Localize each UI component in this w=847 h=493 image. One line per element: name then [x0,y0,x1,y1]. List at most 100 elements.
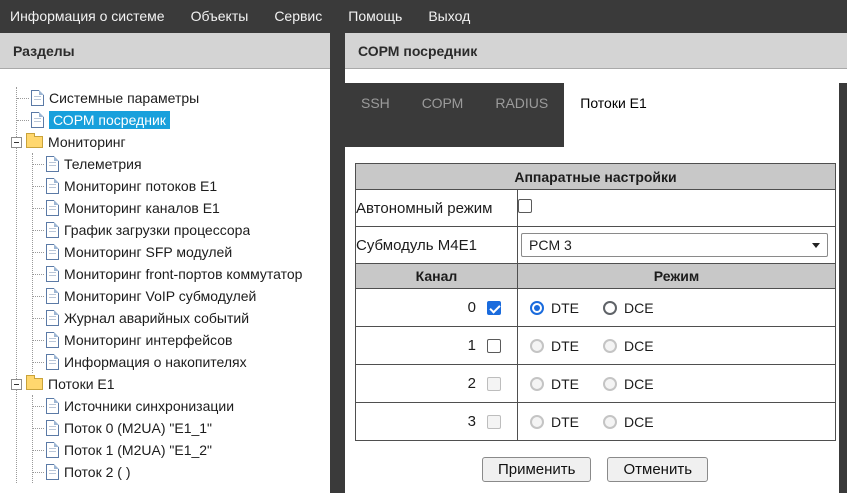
tree-item[interactable]: Мониторинг front-портов коммутатор [33,263,330,285]
dte-radio [530,415,544,429]
dte-radio[interactable] [530,301,544,315]
dte-label: DTE [551,376,579,392]
folder-icon [26,378,43,390]
dce-radio [603,339,617,353]
menu-item-system-info[interactable]: Информация о системе [0,0,178,33]
tree-folder[interactable]: Мониторинг [17,131,330,153]
panel-divider [330,33,345,493]
tree-item-label: Информация о накопителях [64,354,247,370]
tree-item[interactable]: Телеметрия [33,153,330,175]
tree-item-label: Мониторинг SFP модулей [64,244,232,260]
document-icon [46,398,59,414]
channel-row: 3 DTE DCE [356,403,836,441]
document-icon [46,266,59,282]
document-icon [46,244,59,260]
document-icon [46,442,59,458]
tree-item[interactable]: Мониторинг потоков E1 [33,175,330,197]
sidebar-title: Разделы [0,33,330,69]
collapse-icon[interactable] [11,137,22,148]
document-icon [46,420,59,436]
document-icon [31,112,44,128]
top-menu-bar: Информация о системеОбъектыСервисПомощьВ… [0,0,847,33]
tree-item-label: Мониторинг интерфейсов [64,332,232,348]
tree-item[interactable]: График загрузки процессора [33,219,330,241]
sidebar: Разделы Системные параметры СОРМ посредни… [0,33,330,493]
dte-label: DTE [551,414,579,430]
document-icon [46,332,59,348]
tree-item[interactable]: Журнал аварийных событий [33,307,330,329]
dte-radio [530,377,544,391]
table-title: Аппаратные настройки [356,164,836,190]
tree-item-label: Потоки E1 [48,376,115,392]
mode-column-header: Режим [518,264,836,289]
dte-label: DTE [551,338,579,354]
tree-item-label: Мониторинг каналов E1 [64,200,220,216]
dte-radio [530,339,544,353]
channel-row: 1DTEDCE [356,327,836,365]
channel-number: 0 [468,299,476,316]
menu-item-help[interactable]: Помощь [335,0,415,33]
dce-label: DCE [624,414,654,430]
content-panel: СОРМ посредник SSHСОРМRADIUSПотоки E1 Ап… [345,33,847,493]
tree-item[interactable]: Системные параметры [17,87,330,109]
autonomous-mode-checkbox[interactable] [518,199,532,213]
tree-item-label: Источники синхронизации [64,398,234,414]
tree-item[interactable]: СОРМ посредник [17,109,330,131]
channel-checkbox[interactable] [487,339,501,353]
main-split: Разделы Системные параметры СОРМ посредни… [0,33,847,493]
apply-button[interactable]: Применить [482,457,592,482]
tab-sorm[interactable]: СОРМ [406,83,480,147]
tree-item[interactable]: Мониторинг каналов E1 [33,197,330,219]
submodule-row: Субмодуль М4Е1 PCM 3 [356,227,836,264]
tab-ssh[interactable]: SSH [345,83,406,147]
cancel-button[interactable]: Отменить [607,457,708,482]
tree-folder[interactable]: Потоки E1 [17,373,330,395]
tree-item-label: Поток 1 (M2UA) "E1_2" [64,442,212,458]
tree-item[interactable]: Информация о накопителях [33,351,330,373]
tree-item-label: Поток 0 (M2UA) "E1_1" [64,420,212,436]
channel-number: 2 [468,375,476,392]
tree-item-label: Мониторинг VoIP субмодулей [64,288,256,304]
page-title: СОРМ посредник [345,33,847,69]
tree-item-label: Мониторинг [48,134,126,150]
collapse-icon[interactable] [11,379,22,390]
tree-item[interactable]: Мониторинг SFP модулей [33,241,330,263]
document-icon [46,288,59,304]
channel-column-header: Канал [356,264,518,289]
channel-row: 2 DTE DCE [356,365,836,403]
channel-checkbox[interactable] [487,301,501,315]
document-icon [46,354,59,370]
tree-item-label: Мониторинг front-портов коммутатор [64,266,302,282]
channel-number: 3 [468,413,476,430]
vertical-scrollbar[interactable] [839,83,847,493]
tree-item[interactable]: Мониторинг интерфейсов [33,329,330,351]
autonomous-mode-row: Автономный режим [356,190,836,227]
document-icon [46,464,59,480]
tree-item[interactable]: Мониторинг VoIP субмодулей [33,285,330,307]
menu-item-objects[interactable]: Объекты [178,0,262,33]
autonomous-mode-label: Автономный режим [356,190,518,227]
dce-radio [603,415,617,429]
submodule-label: Субмодуль М4Е1 [356,227,518,264]
tree-item-label: СОРМ посредник [49,111,170,129]
tab-e1-streams[interactable]: Потоки E1 [564,83,663,147]
menu-item-exit[interactable]: Выход [415,0,483,33]
tree-item[interactable]: Источники синхронизации [33,395,330,417]
navigation-tree: Системные параметры СОРМ посредник Монитор… [0,69,330,493]
dce-radio[interactable] [603,301,617,315]
channel-checkbox [487,377,501,391]
channels-header-row: Канал Режим [356,264,836,289]
document-icon [46,200,59,216]
tab-radius[interactable]: RADIUS [479,83,564,147]
document-icon [46,222,59,238]
dce-label: DCE [624,376,654,392]
tree-item[interactable]: Поток 0 (M2UA) "E1_1" [33,417,330,439]
tree-item[interactable]: Поток 1 (M2UA) "E1_2" [33,439,330,461]
tab-bar: SSHСОРМRADIUSПотоки E1 [345,83,663,147]
chevron-down-icon [812,243,820,248]
menu-item-service[interactable]: Сервис [261,0,335,33]
tree-item[interactable]: Поток 2 ( ) [33,461,330,483]
submodule-select[interactable]: PCM 3 [521,233,828,257]
submodule-select-value: PCM 3 [529,237,572,253]
form-buttons: Применить Отменить [355,457,835,482]
